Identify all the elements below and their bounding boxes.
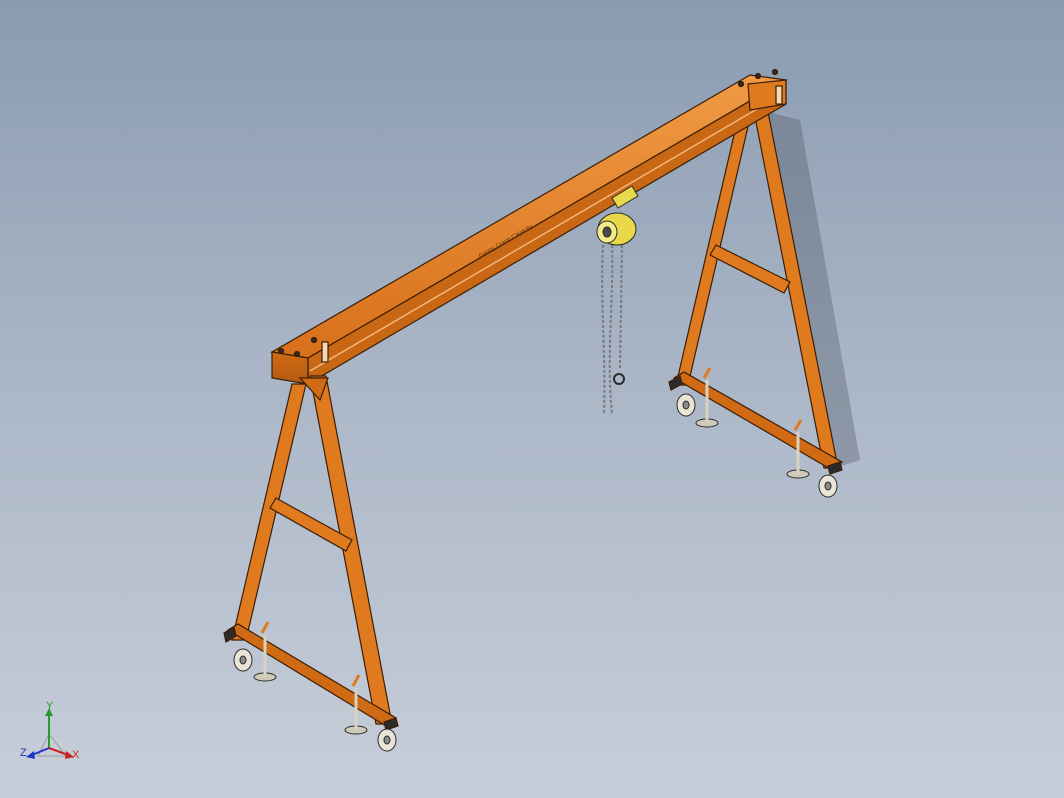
view-orientation-triad[interactable]: Y Z X	[18, 700, 88, 770]
x-axis-label: X	[72, 749, 80, 761]
graphics-viewport[interactable]: Gantry Crane Capacity Y Z X	[0, 0, 1064, 798]
y-axis-label: Y	[46, 700, 54, 712]
chain-hoist[interactable]	[596, 185, 639, 416]
gantry-crane-model[interactable]: Gantry Crane Capacity	[0, 0, 1064, 798]
z-axis-label: Z	[20, 747, 27, 759]
left-a-frame[interactable]	[223, 375, 399, 731]
